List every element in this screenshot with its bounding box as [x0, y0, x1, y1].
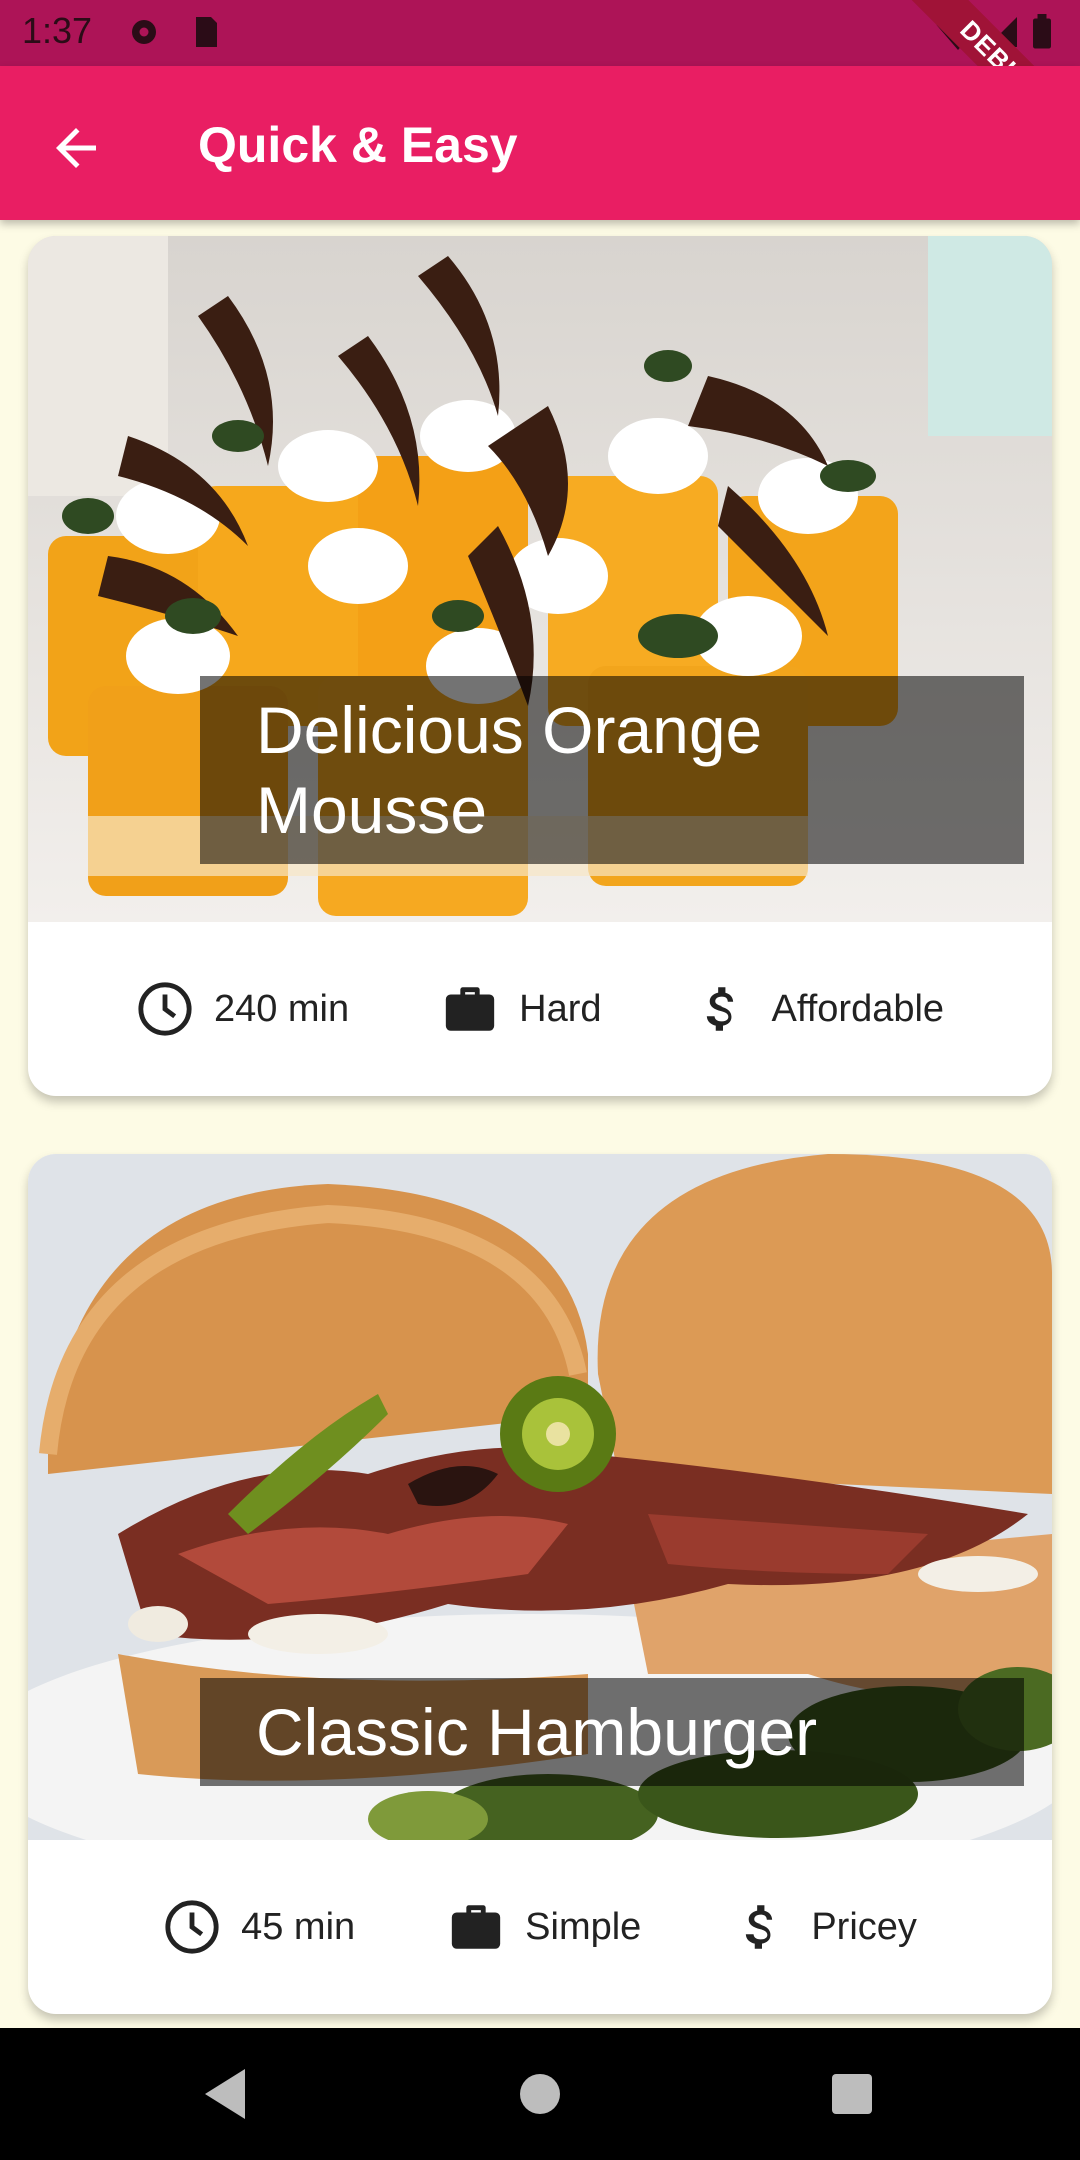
- complexity-label: Hard: [519, 987, 602, 1030]
- affordability-label: Affordable: [771, 987, 945, 1030]
- arrow-back-icon[interactable]: [46, 118, 106, 178]
- meal-card-orange-mousse[interactable]: Delicious Orange Mousse 240 min Hard Aff…: [28, 236, 1052, 1096]
- affordability-item: Pricey: [733, 1898, 917, 1956]
- app-bar: Quick & Easy: [0, 66, 1080, 220]
- dollar-icon: [706, 987, 733, 1031]
- complexity-label: Simple: [525, 1905, 642, 1948]
- battery-icon: [1033, 14, 1051, 49]
- meal-card-classic-hamburger[interactable]: Classic Hamburger 45 min Simple Pricey: [28, 1154, 1052, 2014]
- meal-image: Classic Hamburger: [28, 1154, 1052, 1840]
- status-time: 1:37: [22, 10, 93, 51]
- page-title: Quick & Easy: [198, 117, 518, 173]
- nav-home-icon[interactable]: [516, 2064, 564, 2124]
- meal-title: Delicious Orange Mousse: [200, 676, 1024, 864]
- dollar-icon: [746, 1905, 773, 1949]
- complexity-item: Simple: [447, 1898, 641, 1956]
- meal-title: Classic Hamburger: [200, 1678, 1024, 1786]
- briefcase-icon: [445, 987, 495, 1031]
- affordability-label: Pricey: [811, 1905, 917, 1948]
- meal-image: Delicious Orange Mousse: [28, 236, 1052, 922]
- nav-recents-icon[interactable]: [828, 2064, 876, 2124]
- sd-card-icon: [196, 17, 217, 47]
- clock-icon: [138, 982, 192, 1036]
- clock-icon: [165, 1900, 219, 1954]
- system-nav-bar: [0, 2028, 1080, 2160]
- meal-meta-row: 240 min Hard Affordable: [28, 922, 1052, 1096]
- status-bar: 1:37 DEBUG: [0, 0, 1080, 181]
- duration-item: 240 min: [136, 980, 349, 1038]
- settings-icon: [132, 20, 156, 44]
- duration-label: 45 min: [241, 1905, 356, 1948]
- nav-back-icon[interactable]: [200, 2064, 250, 2124]
- affordability-item: Affordable: [694, 980, 945, 1038]
- meal-meta-row: 45 min Simple Pricey: [28, 1840, 1052, 2014]
- duration-item: 45 min: [163, 1898, 355, 1956]
- complexity-item: Hard: [441, 980, 602, 1038]
- briefcase-icon: [451, 1905, 501, 1949]
- duration-label: 240 min: [213, 987, 350, 1030]
